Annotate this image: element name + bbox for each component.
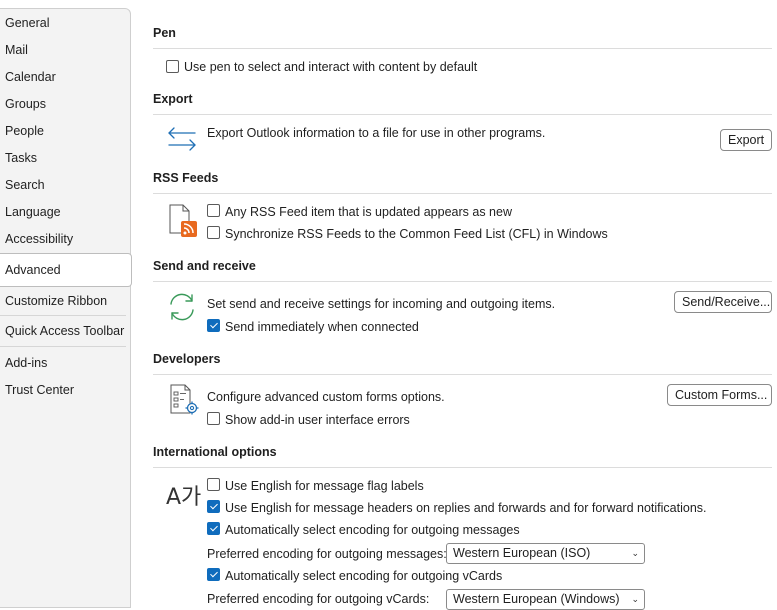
export-description: Export Outlook information to a file for… <box>207 126 546 140</box>
send-receive-button[interactable]: Send/Receive... <box>674 291 772 313</box>
sidebar-item-trust-center[interactable]: Trust Center <box>0 377 131 404</box>
chevron-down-icon: ⌄ <box>631 594 639 604</box>
use-pen-checkbox[interactable] <box>166 60 179 73</box>
section-divider <box>153 193 772 194</box>
preferred-vcard-encoding-label: Preferred encoding for outgoing vCards: <box>207 592 430 606</box>
send-immediately-label: Send immediately when connected <box>225 320 419 334</box>
rss-any-feed-checkbox[interactable] <box>207 204 220 217</box>
preferred-vcard-encoding-value: Western European (Windows) <box>453 592 620 606</box>
sidebar-item-add-ins[interactable]: Add-ins <box>0 350 131 377</box>
sidebar-item-language[interactable]: Language <box>0 199 131 226</box>
export-arrows-icon <box>168 127 196 151</box>
section-divider <box>153 281 772 282</box>
show-addin-errors-checkbox[interactable] <box>207 412 220 425</box>
sidebar-divider <box>0 346 126 347</box>
sidebar-item-groups[interactable]: Groups <box>0 91 131 118</box>
chevron-down-icon: ⌄ <box>631 548 639 558</box>
export-button[interactable]: Export <box>720 129 772 151</box>
section-header-international: International options <box>153 445 277 459</box>
show-addin-errors-label: Show add-in user interface errors <box>225 413 410 427</box>
section-header-rss-feeds: RSS Feeds <box>153 171 219 185</box>
section-header-send-receive: Send and receive <box>153 259 256 273</box>
section-divider <box>153 48 772 49</box>
preferred-encoding-label: Preferred encoding for outgoing messages… <box>207 547 447 561</box>
sidebar-item-general[interactable]: General <box>0 10 131 37</box>
sidebar-item-quick-access-toolbar[interactable]: Quick Access Toolbar <box>0 318 131 345</box>
section-header-pen: Pen <box>153 26 176 40</box>
sidebar-divider <box>0 315 126 316</box>
sync-icon <box>170 293 194 321</box>
sidebar-item-accessibility[interactable]: Accessibility <box>0 226 131 253</box>
rss-sync-cfl-label: Synchronize RSS Feeds to the Common Feed… <box>225 227 608 241</box>
section-divider <box>153 374 772 375</box>
rss-any-feed-label: Any RSS Feed item that is updated appear… <box>225 205 512 219</box>
sidebar-item-people[interactable]: People <box>0 118 131 145</box>
preferred-vcard-encoding-select[interactable]: Western European (Windows) ⌄ <box>446 589 645 610</box>
section-divider <box>153 114 772 115</box>
english-flag-labels-label: Use English for message flag labels <box>225 479 424 493</box>
custom-forms-icon <box>170 384 199 415</box>
auto-encoding-checkbox[interactable] <box>207 522 220 535</box>
section-divider <box>153 467 772 468</box>
english-flag-labels-checkbox[interactable] <box>207 478 220 491</box>
send-receive-description: Set send and receive settings for incomi… <box>207 297 556 311</box>
sidebar-item-tasks[interactable]: Tasks <box>0 145 131 172</box>
preferred-encoding-select[interactable]: Western European (ISO) ⌄ <box>446 543 645 564</box>
section-header-export: Export <box>153 92 193 106</box>
rss-sync-cfl-checkbox[interactable] <box>207 226 220 239</box>
english-headers-label: Use English for message headers on repli… <box>225 501 707 515</box>
custom-forms-button[interactable]: Custom Forms... <box>667 384 772 406</box>
english-headers-checkbox[interactable] <box>207 500 220 513</box>
auto-encoding-label: Automatically select encoding for outgoi… <box>225 523 520 537</box>
use-pen-label: Use pen to select and interact with cont… <box>184 60 478 74</box>
auto-vcard-encoding-checkbox[interactable] <box>207 568 220 581</box>
sidebar-item-advanced[interactable]: Advanced <box>0 253 132 287</box>
rss-document-icon <box>169 204 197 237</box>
options-sidebar: General Mail Calendar Groups People Task… <box>0 8 132 608</box>
send-immediately-checkbox[interactable] <box>207 319 220 332</box>
sidebar-item-customize-ribbon[interactable]: Customize Ribbon <box>0 288 131 315</box>
language-glyph-icon: A가 <box>166 485 202 510</box>
developers-description: Configure advanced custom forms options. <box>207 390 445 404</box>
sidebar-item-calendar[interactable]: Calendar <box>0 64 131 91</box>
preferred-encoding-value: Western European (ISO) <box>453 546 591 560</box>
section-header-developers: Developers <box>153 352 221 366</box>
sidebar-item-search[interactable]: Search <box>0 172 131 199</box>
sidebar-item-mail[interactable]: Mail <box>0 37 131 64</box>
auto-vcard-encoding-label: Automatically select encoding for outgoi… <box>225 569 503 583</box>
